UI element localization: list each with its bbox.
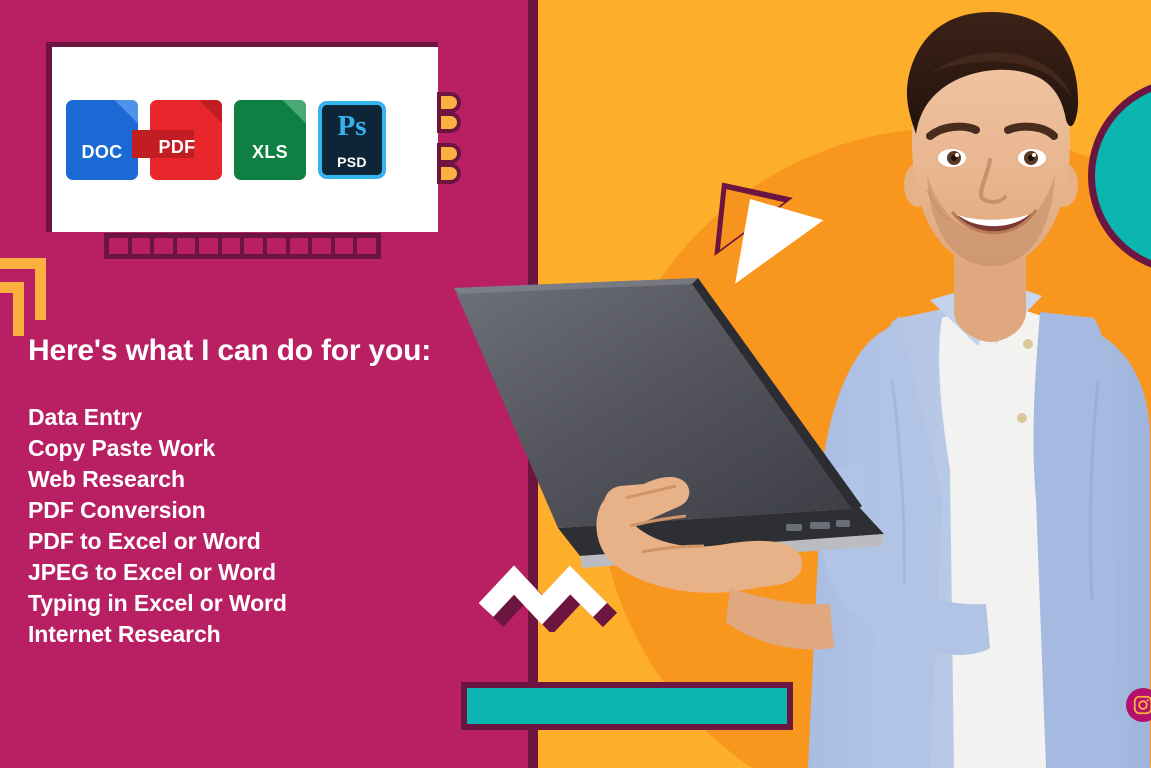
list-item: Copy Paste Work	[28, 435, 216, 461]
list-item: JPEG to Excel or Word	[28, 559, 276, 585]
file-types-card: DOC PDF XLS Ps PSD	[52, 47, 438, 232]
triangle-white-icon	[735, 199, 825, 297]
psd-file-label: PSD	[337, 153, 367, 170]
list-item: Web Research	[28, 466, 185, 492]
photo-man-with-laptop	[430, 0, 1151, 768]
doc-file-label: DOC	[81, 141, 123, 162]
photoshop-ps-mark: Ps	[337, 109, 367, 142]
page-title: Here's what I can do for you:	[28, 334, 432, 367]
list-item: Typing in Excel or Word	[28, 590, 287, 616]
banner-stage: DOC PDF XLS Ps PSD Here's what I can do …	[0, 0, 1151, 768]
list-item: PDF Conversion	[28, 497, 206, 523]
zigzag-decoration	[478, 552, 618, 635]
list-item: Data Entry	[28, 404, 143, 430]
pdf-file-icon: PDF	[132, 99, 222, 180]
yellow-b-shape-icon	[437, 92, 463, 134]
instagram-icon	[1133, 695, 1151, 715]
services-list: Data Entry Copy Paste Work Web Research …	[28, 402, 287, 650]
psd-file-icon: Ps PSD	[318, 100, 386, 179]
laptop	[454, 278, 884, 568]
doc-file-icon: DOC	[66, 99, 138, 180]
xls-file-icon: XLS	[234, 99, 306, 180]
film-strip-decoration	[104, 233, 381, 259]
xls-file-label: XLS	[252, 141, 288, 162]
list-item: PDF to Excel or Word	[28, 528, 261, 554]
head-group	[904, 12, 1079, 266]
corner-bracket-inner-icon	[0, 282, 24, 336]
pdf-file-label: PDF	[158, 136, 196, 157]
list-item: Internet Research	[28, 621, 221, 647]
yellow-b-shape-icon	[437, 143, 463, 185]
teal-bar-decoration	[461, 682, 793, 730]
